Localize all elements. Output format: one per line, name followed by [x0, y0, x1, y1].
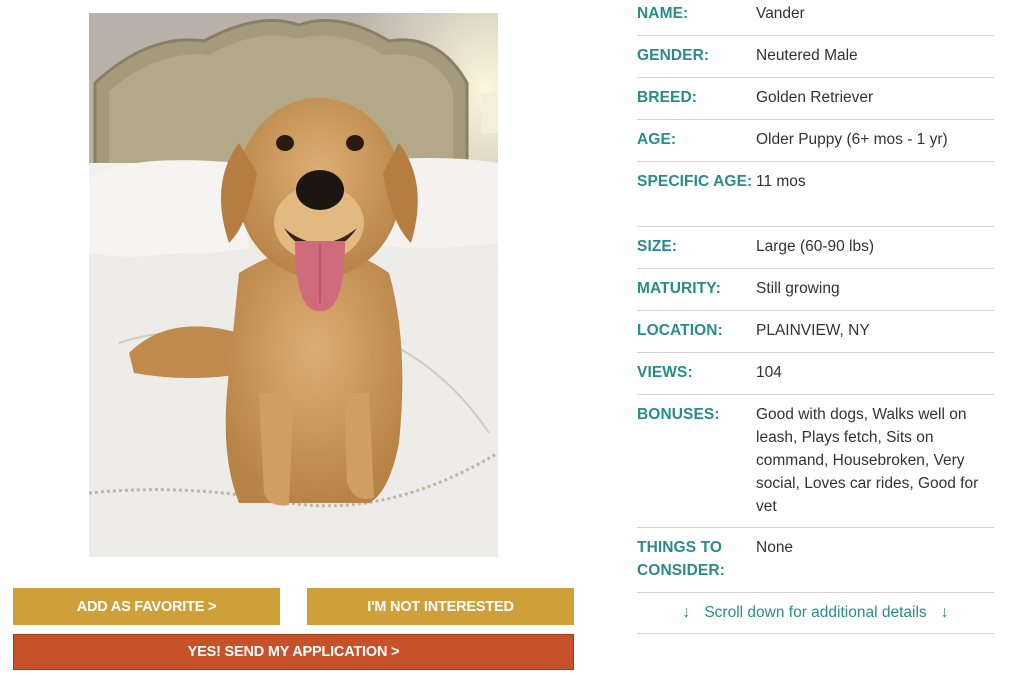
detail-row-size: SIZE: Large (60-90 lbs)	[637, 227, 994, 269]
detail-value: Vander	[756, 5, 805, 22]
detail-value: PLAINVIEW, NY	[756, 322, 870, 339]
detail-label: AGE:	[637, 131, 677, 148]
detail-row-things-to-consider: THINGS TO CONSIDER: None	[637, 528, 994, 593]
detail-label: BREED:	[637, 89, 698, 106]
detail-row-age: AGE: Older Puppy (6+ mos - 1 yr)	[637, 120, 994, 162]
add-favorite-button[interactable]: ADD AS FAVORITE >	[13, 588, 280, 625]
detail-label: SIZE:	[637, 238, 678, 255]
detail-row-name: NAME: Vander	[637, 0, 994, 36]
pet-details: NAME: Vander GENDER: Neutered Male BREED…	[637, 0, 994, 634]
detail-row-specific-age: SPECIFIC AGE: 11 mos	[637, 162, 994, 227]
detail-value: Golden Retriever	[756, 89, 874, 106]
detail-value: Still growing	[756, 280, 840, 297]
detail-value: Large (60-90 lbs)	[756, 238, 875, 255]
detail-row-gender: GENDER: Neutered Male	[637, 36, 994, 78]
detail-row-views: VIEWS: 104	[637, 353, 994, 395]
detail-row-breed: BREED: Golden Retriever	[637, 78, 994, 120]
detail-row-maturity: MATURITY: Still growing	[637, 269, 994, 311]
send-application-button[interactable]: YES! SEND MY APPLICATION >	[13, 634, 574, 670]
arrow-down-icon: ↓	[940, 604, 949, 621]
detail-value: Neutered Male	[756, 47, 858, 64]
not-interested-button[interactable]: I'M NOT INTERESTED	[307, 588, 574, 625]
detail-row-bonuses: BONUSES: Good with dogs, Walks well on l…	[637, 395, 994, 528]
detail-row-location: LOCATION: PLAINVIEW, NY	[637, 311, 994, 353]
detail-value: 11 mos	[756, 173, 806, 190]
detail-label: LOCATION:	[637, 322, 723, 339]
arrow-down-icon: ↓	[682, 604, 691, 621]
detail-label: THINGS TO CONSIDER:	[637, 539, 725, 579]
scroll-hint-link[interactable]: ↓ Scroll down for additional details ↓	[637, 593, 994, 634]
detail-label: GENDER:	[637, 47, 710, 64]
detail-value: Good with dogs, Walks well on leash, Pla…	[756, 406, 979, 515]
detail-value: 104	[756, 364, 782, 381]
detail-value: Older Puppy (6+ mos - 1 yr)	[756, 131, 948, 148]
detail-label: BONUSES:	[637, 406, 720, 423]
detail-label: NAME:	[637, 5, 689, 22]
detail-label: MATURITY:	[637, 280, 721, 297]
detail-label: SPECIFIC AGE:	[637, 173, 753, 190]
detail-value: None	[756, 539, 794, 556]
dog-photo	[89, 13, 498, 557]
scroll-hint-text: Scroll down for additional details	[704, 604, 927, 621]
detail-label: VIEWS:	[637, 364, 693, 381]
